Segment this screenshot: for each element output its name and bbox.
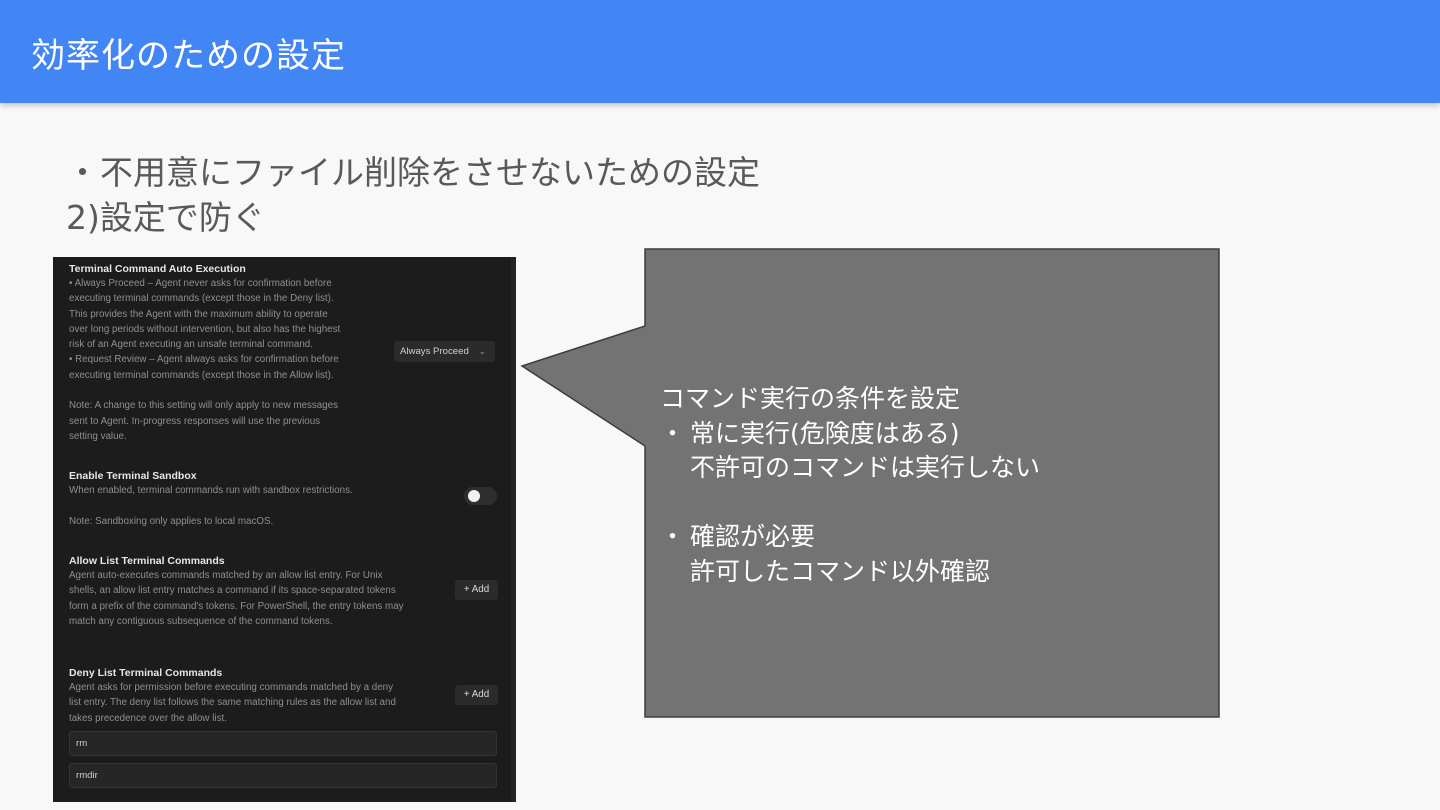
callout-item-1-detail: 不許可のコマンドは実行しない — [690, 453, 1041, 482]
callout-item-1-sub: 不許可のコマンドは実行しない — [660, 451, 1040, 486]
callout-item-1-title: 常に実行(危険度はある) — [690, 418, 960, 448]
bullet-dot: ・ — [660, 418, 686, 448]
callout-item-2: ・確認が必要 — [660, 520, 1040, 555]
callout-heading: コマンド実行の条件を設定 — [660, 384, 961, 413]
callout-item-1: ・常に実行(危険度はある) — [660, 417, 1040, 452]
callout-item-2-title: 確認が必要 — [690, 522, 816, 551]
callout-spacer — [660, 486, 1040, 521]
callout-item-2-sub: 許可したコマンド以外確認 — [660, 555, 1040, 590]
callout-text: コマンド実行の条件を設定 ・常に実行(危険度はある) 不許可のコマンドは実行しな… — [660, 382, 1040, 589]
bullet-dot: ・ — [660, 522, 686, 551]
callout-item-2-detail: 許可したコマンド以外確認 — [690, 556, 991, 586]
